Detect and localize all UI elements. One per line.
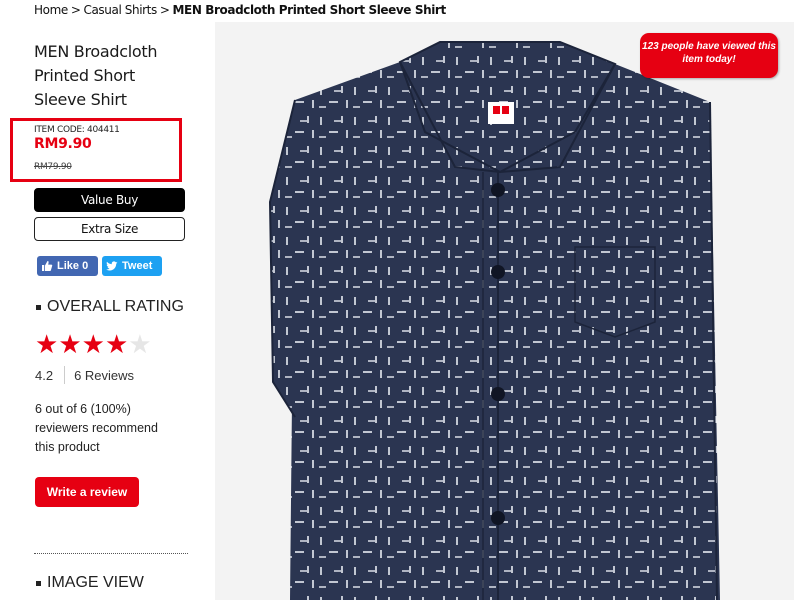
breadcrumb-home-link[interactable]: Home <box>34 3 68 17</box>
breadcrumb-current: MEN Broadcloth Printed Short Sleeve Shir… <box>172 3 447 17</box>
tweet-button[interactable]: Tweet <box>102 256 162 276</box>
bird-icon <box>106 260 118 272</box>
recommend-text: 6 out of 6 (100%) reviewers recommend th… <box>35 402 158 454</box>
extra-size-tag[interactable]: Extra Size <box>34 217 185 241</box>
product-image[interactable] <box>215 22 794 600</box>
value-buy-tag[interactable]: Value Buy <box>34 188 185 212</box>
image-view-label: IMAGE VIEW <box>47 574 144 591</box>
star-filled-icon: ★ <box>58 329 82 359</box>
shirt-image <box>268 41 720 600</box>
star-filled-icon: ★ <box>104 329 129 359</box>
review-count-link[interactable]: 6 Reviews <box>74 368 134 383</box>
tweet-label: Tweet <box>122 260 153 272</box>
breadcrumb: Home > Casual Shirts > MEN Broadcloth Printe… <box>34 3 446 17</box>
bullet-icon <box>36 580 41 586</box>
star-filled-icon: ★ <box>35 329 59 359</box>
thumbs-up-icon <box>41 260 53 272</box>
overall-rating-heading: OVERALL RATING <box>36 298 184 316</box>
overall-rating-label: OVERALL RATING <box>47 298 184 315</box>
write-review-button[interactable]: Write a review <box>35 477 139 507</box>
facebook-like-button[interactable]: Like 0 <box>37 256 98 276</box>
star-empty-icon: ★ <box>128 329 152 359</box>
item-code: ITEM CODE: 404411 <box>34 125 120 135</box>
divider <box>64 366 66 384</box>
rating-score: 4.2 <box>35 367 54 383</box>
star-filled-icon: ★ <box>81 329 105 359</box>
viewed-badge-line2: item today! <box>682 54 736 65</box>
breadcrumb-separator: > <box>159 3 170 17</box>
bullet-icon <box>36 304 41 310</box>
original-price: RM79.90 <box>34 162 72 172</box>
like-label: Like 0 <box>57 260 89 272</box>
rating-stars: ★ ★ ★ ★ ★ <box>35 330 152 358</box>
breadcrumb-casual-shirts-link[interactable]: Casual Shirts <box>84 3 158 17</box>
image-view-heading: IMAGE VIEW <box>36 574 144 592</box>
rating-summary: 4.2 6 Reviews <box>35 366 134 384</box>
product-title: MEN Broadcloth Printed Short Sleeve Shir… <box>34 42 158 109</box>
breadcrumb-separator: > <box>70 3 81 17</box>
section-divider <box>34 553 188 554</box>
current-price: RM9.90 <box>34 136 92 152</box>
viewed-badge-line1: 123 people have viewed this <box>642 41 776 52</box>
viewed-today-badge: 123 people have viewed this item today! <box>640 33 778 78</box>
